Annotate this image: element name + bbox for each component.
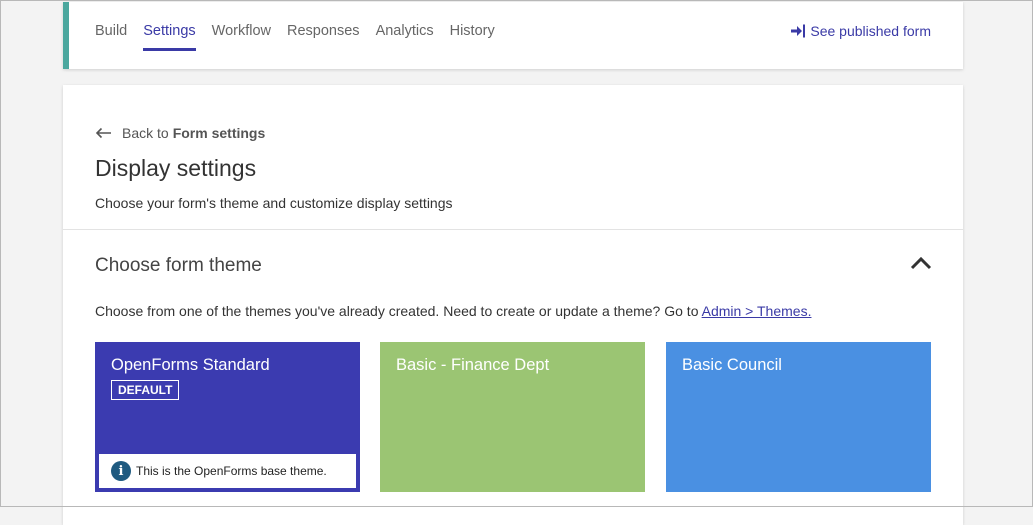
- top-navigation: Build Settings Workflow Responses Analyt…: [63, 2, 963, 69]
- tab-history[interactable]: History: [450, 2, 495, 69]
- theme-info-text: This is the OpenForms base theme.: [136, 464, 327, 478]
- nav-accent-bar: [63, 2, 69, 69]
- theme-card-basic-finance-dept[interactable]: Basic - Finance Dept: [380, 342, 645, 492]
- back-link-prefix: Back to: [122, 125, 169, 141]
- theme-card-openforms-standard[interactable]: OpenForms Standard DEFAULT i This is the…: [95, 342, 360, 492]
- theme-info-box: i This is the OpenForms base theme.: [99, 454, 356, 488]
- back-link-target: Form settings: [172, 125, 266, 141]
- chevron-up-icon[interactable]: [909, 253, 933, 273]
- theme-name: Basic Council: [682, 356, 782, 374]
- page-subtitle: Choose your form's theme and customize d…: [95, 195, 453, 211]
- see-published-form-label: See published form: [810, 23, 931, 39]
- tab-build[interactable]: Build: [95, 2, 127, 69]
- theme-hint: Choose from one of the themes you've alr…: [95, 303, 811, 319]
- tab-settings[interactable]: Settings: [143, 2, 197, 69]
- page-title: Display settings: [95, 155, 257, 181]
- admin-themes-link[interactable]: Admin > Themes.: [702, 303, 812, 319]
- theme-card-basic-council[interactable]: Basic Council: [666, 342, 931, 492]
- back-link[interactable]: Back to Form settings: [95, 125, 265, 141]
- tab-analytics[interactable]: Analytics: [376, 2, 434, 69]
- theme-name: OpenForms Standard: [111, 356, 270, 374]
- see-published-form-link[interactable]: See published form: [790, 23, 931, 39]
- tab-list: Build Settings Workflow Responses Analyt…: [95, 2, 511, 69]
- theme-name: Basic - Finance Dept: [396, 356, 550, 374]
- sign-in-icon: [791, 24, 806, 38]
- arrow-left-icon: [95, 127, 111, 139]
- tab-workflow[interactable]: Workflow: [212, 2, 271, 69]
- section-divider: [63, 229, 963, 230]
- theme-hint-text: Choose from one of the themes you've alr…: [95, 303, 699, 319]
- info-icon: i: [111, 461, 131, 481]
- section-title: Choose form theme: [95, 255, 262, 276]
- default-badge: DEFAULT: [111, 380, 180, 400]
- tab-responses[interactable]: Responses: [287, 2, 360, 69]
- display-settings-card: Back to Form settings Display settings C…: [63, 85, 963, 525]
